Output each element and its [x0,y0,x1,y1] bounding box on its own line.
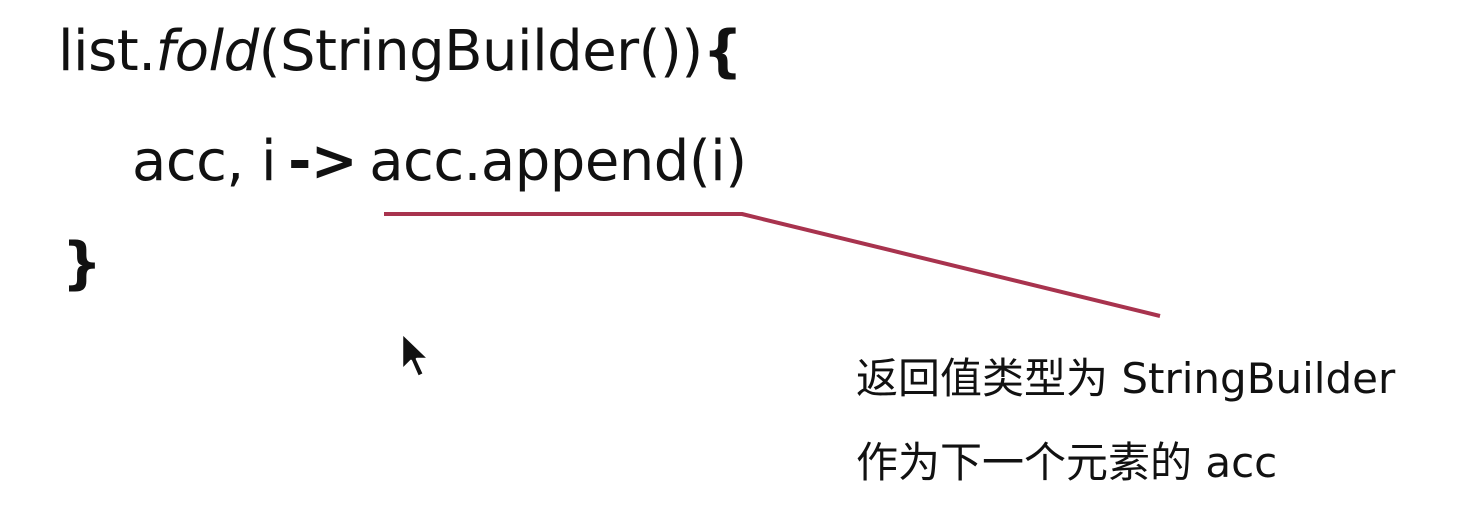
annotation-underline-leader [384,212,1161,318]
annotation-next-acc: 作为下一个元素的 acc [856,438,1278,487]
code-list-prefix: list. [58,19,156,84]
code-close-brace: } [62,231,102,296]
code-fold-args: (StringBuilder()) [258,19,704,84]
code-lambda-arrow: -> [288,129,358,194]
code-open-brace: { [702,19,743,84]
arrow-cursor-icon [400,331,431,379]
code-fold-method: fold [155,19,260,84]
annotation-return-type: 返回值类型为 StringBuilder [856,354,1396,403]
code-line-lambda: acc, i -> acc.append(i) [132,134,747,190]
code-lambda-params: acc, i [132,129,277,194]
code-line-fold-call: list.fold(StringBuilder()){ [58,24,743,80]
code-line-close: } [62,236,102,292]
code-lambda-body: acc.append(i) [369,129,747,194]
